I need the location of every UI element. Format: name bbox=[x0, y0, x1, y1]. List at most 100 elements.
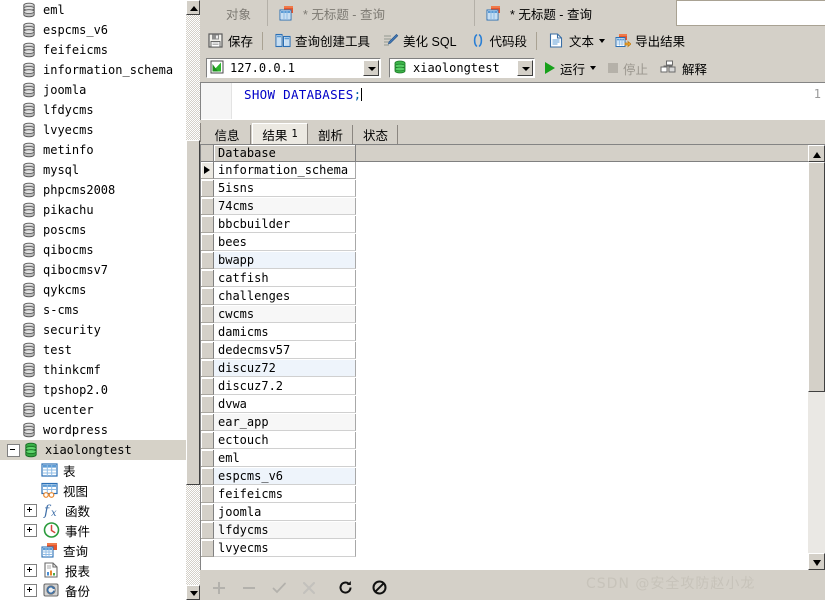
database-tree-panel[interactable]: eml espcms_v6 feifeicms information_schema j… bbox=[0, 0, 186, 600]
cell-database[interactable]: bees bbox=[214, 234, 356, 251]
table-row[interactable]: espcms_v6 bbox=[201, 468, 825, 486]
row-selector[interactable] bbox=[201, 486, 214, 503]
cell-database[interactable]: challenges bbox=[214, 288, 356, 305]
table-row[interactable]: lfdycms bbox=[201, 522, 825, 540]
tree-item-database[interactable]: feifeicms bbox=[0, 40, 186, 60]
cell-database[interactable]: discuz7.2 bbox=[214, 378, 356, 395]
beautify-sql-button[interactable]: 美化 SQL bbox=[378, 30, 462, 52]
code-snippet-button[interactable]: 代码段 bbox=[465, 30, 533, 52]
row-selector[interactable] bbox=[201, 162, 214, 179]
row-selector[interactable] bbox=[201, 198, 214, 215]
table-row[interactable]: joomla bbox=[201, 504, 825, 522]
tree-item-database[interactable]: qykcms bbox=[0, 280, 186, 300]
tree-scrollbar[interactable] bbox=[186, 0, 200, 600]
grid-scroll-thumb[interactable] bbox=[808, 162, 825, 392]
cell-database[interactable]: espcms_v6 bbox=[214, 468, 356, 485]
tree-item-query[interactable]: 查询 bbox=[0, 540, 186, 560]
row-selector[interactable] bbox=[201, 306, 214, 323]
cell-database[interactable]: dedecmsv57 bbox=[214, 342, 356, 359]
tree-item-database[interactable]: phpcms2008 bbox=[0, 180, 186, 200]
row-selector[interactable] bbox=[201, 288, 214, 305]
row-selector[interactable] bbox=[201, 216, 214, 233]
sql-code-line[interactable]: SHOW DATABASES; bbox=[244, 87, 363, 102]
row-selector[interactable] bbox=[201, 324, 214, 341]
query-builder-button[interactable]: 查询创建工具 bbox=[270, 30, 375, 52]
table-row[interactable]: catfish bbox=[201, 270, 825, 288]
grid-scrollbar[interactable] bbox=[808, 145, 825, 570]
grid-column-header-database[interactable]: Database bbox=[214, 145, 356, 161]
row-selector[interactable] bbox=[201, 468, 214, 485]
tree-item-table[interactable]: 表 bbox=[0, 460, 186, 480]
expand-toggle-icon[interactable] bbox=[24, 523, 37, 537]
tree-scroll-thumb[interactable] bbox=[186, 140, 200, 485]
cell-database[interactable]: eml bbox=[214, 450, 356, 467]
tree-item-database[interactable]: security bbox=[0, 320, 186, 340]
tree-item-database[interactable]: qibocms bbox=[0, 240, 186, 260]
table-row[interactable]: bees bbox=[201, 234, 825, 252]
run-button[interactable]: 运行 bbox=[545, 59, 597, 78]
tree-item-database[interactable]: espcms_v6 bbox=[0, 20, 186, 40]
row-selector[interactable] bbox=[201, 342, 214, 359]
tree-item-event[interactable]: 事件 bbox=[0, 520, 186, 540]
export-result-button[interactable]: 导出结果 bbox=[610, 30, 690, 52]
table-row[interactable]: bbcbuilder bbox=[201, 216, 825, 234]
row-selector[interactable] bbox=[201, 252, 214, 269]
chevron-down-icon[interactable] bbox=[599, 38, 606, 43]
tree-item-database[interactable]: test bbox=[0, 340, 186, 360]
tab-query-1[interactable]: * 无标题 - 查询 bbox=[269, 0, 475, 26]
tree-item-database-selected[interactable]: xiaolongtest bbox=[0, 440, 186, 460]
expand-toggle-icon[interactable] bbox=[24, 583, 37, 597]
table-row[interactable]: bwapp bbox=[201, 252, 825, 270]
tree-scroll-down-button[interactable] bbox=[186, 585, 200, 600]
row-selector[interactable] bbox=[201, 450, 214, 467]
table-row[interactable]: 74cms bbox=[201, 198, 825, 216]
table-row[interactable]: 5isns bbox=[201, 180, 825, 198]
table-row[interactable]: damicms bbox=[201, 324, 825, 342]
row-selector[interactable] bbox=[201, 378, 214, 395]
table-row[interactable]: discuz72 bbox=[201, 360, 825, 378]
row-selector[interactable] bbox=[201, 360, 214, 377]
tree-item-database[interactable]: information_schema bbox=[0, 60, 186, 80]
tab-object[interactable]: 对象 bbox=[208, 0, 268, 26]
table-row[interactable]: eml bbox=[201, 450, 825, 468]
cell-database[interactable]: damicms bbox=[214, 324, 356, 341]
cell-database[interactable]: lfdycms bbox=[214, 522, 356, 539]
refresh-records-button[interactable] bbox=[334, 578, 356, 598]
cell-database[interactable]: discuz72 bbox=[214, 360, 356, 377]
host-select-arrow[interactable] bbox=[363, 60, 379, 76]
grid-scroll-up-button[interactable] bbox=[808, 145, 825, 162]
tree-item-database[interactable]: s-cms bbox=[0, 300, 186, 320]
cell-database[interactable]: dvwa bbox=[214, 396, 356, 413]
save-button[interactable]: 保存 bbox=[203, 30, 258, 52]
table-row[interactable]: ear_app bbox=[201, 414, 825, 432]
tree-item-database[interactable]: lfdycms bbox=[0, 100, 186, 120]
tree-item-database[interactable]: lvyecms bbox=[0, 120, 186, 140]
host-select[interactable]: 127.0.0.1 bbox=[206, 58, 381, 78]
tree-item-database[interactable]: mysql bbox=[0, 160, 186, 180]
cell-database[interactable]: 74cms bbox=[214, 198, 356, 215]
table-row[interactable]: lvyecms bbox=[201, 540, 825, 558]
grid-corner-cell[interactable] bbox=[201, 145, 214, 161]
row-selector[interactable] bbox=[201, 234, 214, 251]
database-select-arrow[interactable] bbox=[517, 60, 533, 76]
row-selector[interactable] bbox=[201, 396, 214, 413]
tree-item-database[interactable]: eml bbox=[0, 0, 186, 20]
chevron-down-icon[interactable] bbox=[590, 66, 597, 70]
tree-item-report[interactable]: 报表 bbox=[0, 560, 186, 580]
sql-editor[interactable]: 1 SHOW DATABASES; bbox=[200, 82, 825, 120]
table-row[interactable]: information_schema bbox=[201, 162, 825, 180]
grid-body[interactable]: information_schema 5isns 74cms bbcbuilder be… bbox=[201, 162, 825, 570]
tree-item-database[interactable]: qibocmsv7 bbox=[0, 260, 186, 280]
tree-item-database[interactable]: thinkcmf bbox=[0, 360, 186, 380]
stop-loading-button[interactable] bbox=[368, 578, 390, 598]
cell-database[interactable]: bwapp bbox=[214, 252, 356, 269]
tab-status[interactable]: 状态 bbox=[354, 125, 398, 144]
cell-database[interactable]: ectouch bbox=[214, 432, 356, 449]
tree-item-database[interactable]: metinfo bbox=[0, 140, 186, 160]
tree-item-database[interactable]: tpshop2.0 bbox=[0, 380, 186, 400]
tab-query-2[interactable]: * 无标题 - 查询 bbox=[476, 0, 676, 26]
tree-item-database[interactable]: joomla bbox=[0, 80, 186, 100]
tree-item-database[interactable]: pikachu bbox=[0, 200, 186, 220]
row-selector[interactable] bbox=[201, 504, 214, 521]
row-selector[interactable] bbox=[201, 432, 214, 449]
